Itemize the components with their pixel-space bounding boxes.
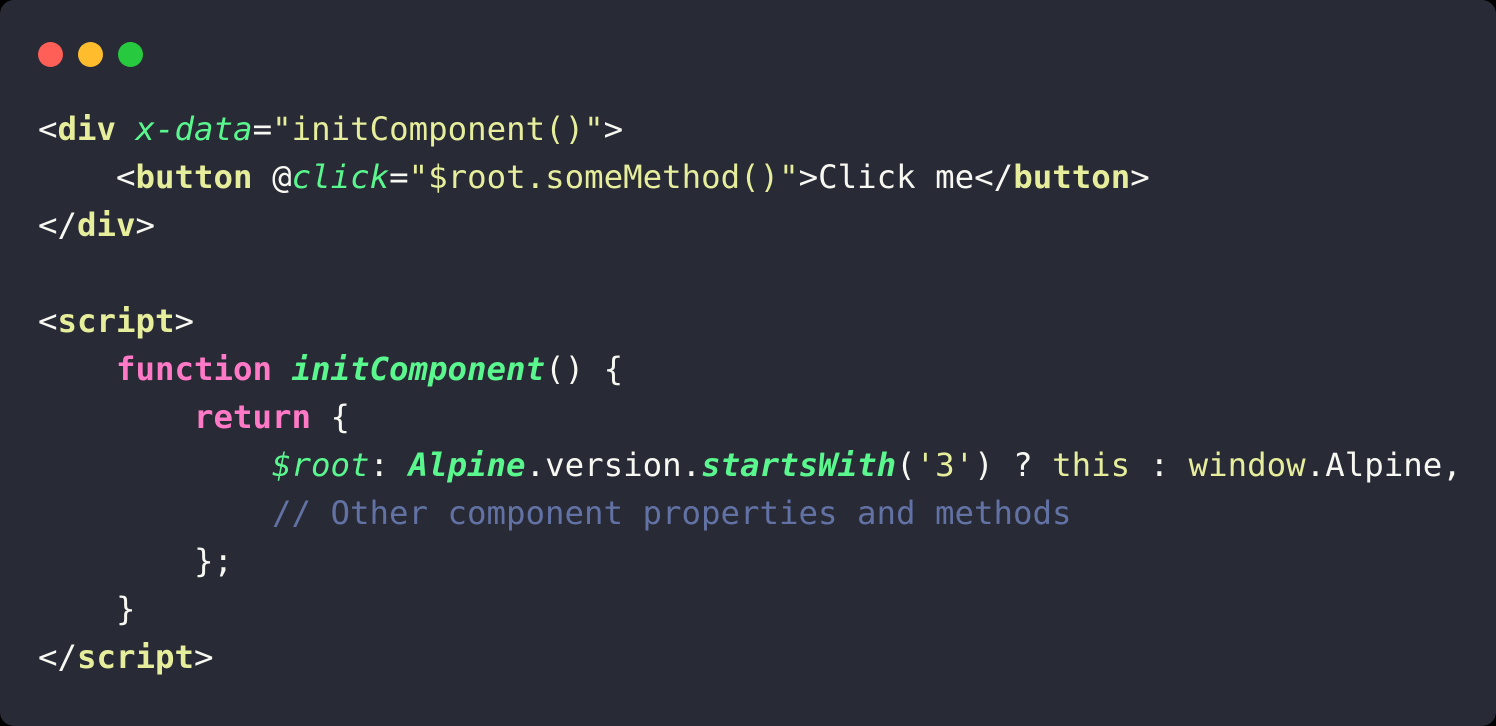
code-token-punct: < — [38, 302, 58, 340]
code-token-punct: = — [389, 158, 409, 196]
code-token-punct: < — [116, 158, 136, 196]
code-token-punct: .version. — [525, 446, 702, 484]
code-token-tagname: div — [57, 110, 117, 148]
code-token-punct: { — [311, 398, 351, 436]
code-token-kw: function — [116, 350, 273, 388]
code-token-tagname: button — [135, 158, 253, 196]
code-token-punct: : — [369, 446, 409, 484]
code-token-objname: Alpine — [408, 446, 526, 484]
code-line: // Other component properties and method… — [38, 489, 1486, 537]
code-line: function initComponent() { — [38, 345, 1486, 393]
code-line: }; — [38, 537, 1486, 585]
code-window: <div x-data="initComponent()"> <button @… — [0, 0, 1496, 726]
minimize-window-button[interactable] — [78, 42, 103, 67]
code-token-comment: // Other component properties and method… — [272, 494, 1072, 532]
code-token-fnname: initComponent — [291, 350, 546, 388]
close-window-button[interactable] — [38, 42, 63, 67]
code-token-kw: return — [194, 398, 312, 436]
code-token-tagname: button — [1013, 158, 1131, 196]
code-token-punct: () { — [545, 350, 624, 388]
code-token-punct: .Alpine, — [1305, 446, 1462, 484]
code-token-attr: click — [291, 158, 390, 196]
code-token-tagname: div — [77, 206, 136, 244]
code-token-at: @ — [272, 158, 292, 196]
code-token-punct: < — [38, 110, 58, 148]
code-token-string: "$root.someMethod()" — [408, 158, 799, 196]
code-token-punct: ( — [896, 446, 916, 484]
code-token-punct: > — [135, 206, 156, 244]
code-token-builtin: window — [1188, 446, 1306, 484]
code-line: <script> — [38, 297, 1486, 345]
code-line: <div x-data="initComponent()"> — [38, 105, 1486, 153]
code-token-string: '3' — [915, 446, 975, 484]
code-token-punct: </ — [38, 638, 78, 676]
code-token-punct: } — [116, 590, 136, 628]
code-token-punct: </ — [38, 206, 78, 244]
maximize-window-button[interactable] — [118, 42, 143, 67]
code-block[interactable]: <div x-data="initComponent()"> <button @… — [38, 105, 1486, 681]
window-titlebar — [38, 42, 143, 67]
code-token-tagname: script — [57, 302, 175, 340]
code-token-punct: </ — [974, 158, 1014, 196]
code-token-punct: = — [252, 110, 273, 148]
code-token-method: startsWith — [701, 446, 897, 484]
code-token-text: Click me — [818, 158, 975, 196]
code-token-punct: ) ? — [974, 446, 1053, 484]
code-token-tagname: script — [77, 638, 195, 676]
code-token-punct: }; — [194, 542, 234, 580]
code-token-string: "initComponent()" — [272, 110, 604, 148]
code-line: $root: Alpine.version.startsWith('3') ? … — [38, 441, 1486, 489]
code-line: </script> — [38, 633, 1486, 681]
code-token-punct: > — [1130, 158, 1150, 196]
code-token-punct: > — [603, 110, 624, 148]
code-line: <button @click="$root.someMethod()">Clic… — [38, 153, 1486, 201]
code-token-punct: > — [194, 638, 214, 676]
code-token-varname: $root — [272, 446, 370, 484]
code-line: } — [38, 585, 1486, 633]
code-line: return { — [38, 393, 1486, 441]
code-token-attr: x-data — [135, 110, 253, 148]
code-token-punct: > — [174, 302, 195, 340]
code-line: </div> — [38, 201, 1486, 249]
code-token-punct: > — [798, 158, 819, 196]
code-token-punct: : — [1130, 446, 1189, 484]
code-token-builtin: this — [1052, 446, 1131, 484]
